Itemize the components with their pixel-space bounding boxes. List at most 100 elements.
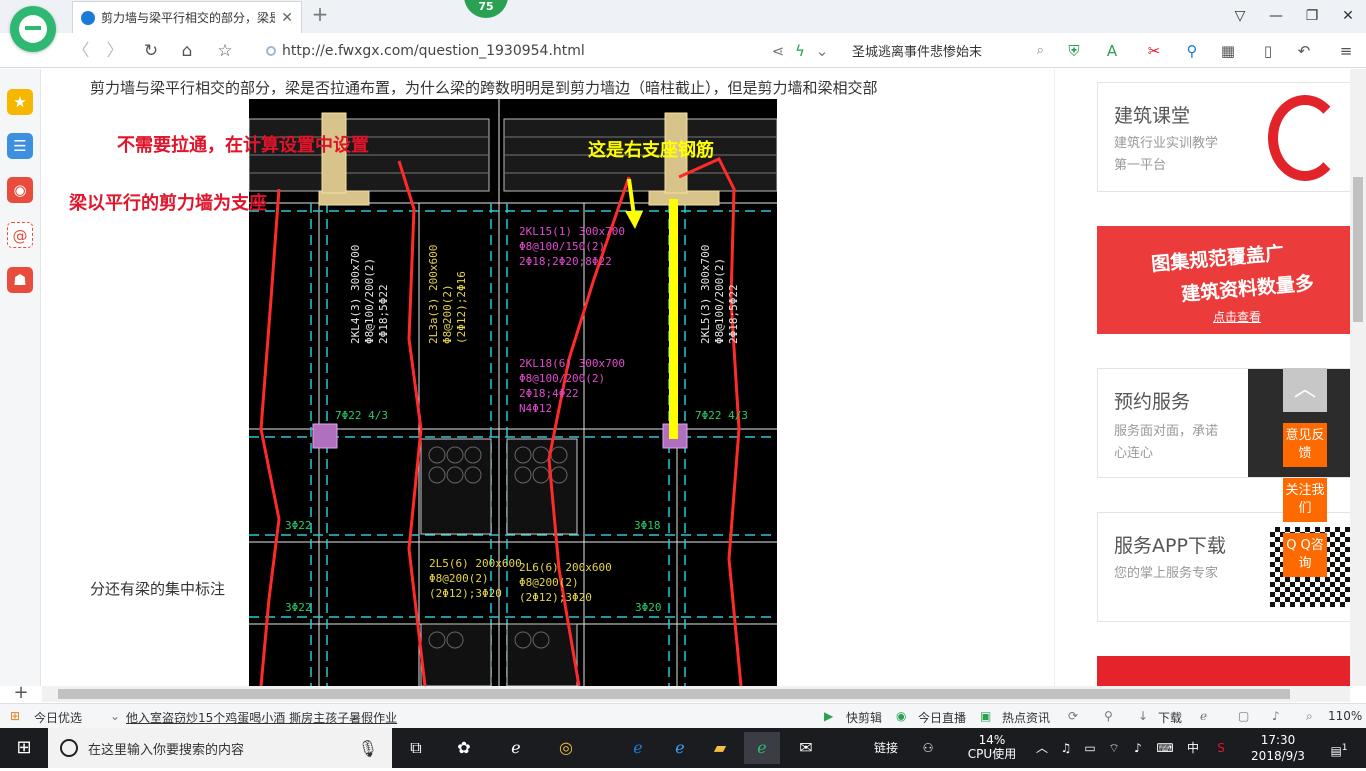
tab-title: 剪力墙与梁平行相交的部分，梁是 [101,11,276,25]
mail-icon[interactable]: @ [7,222,33,248]
search-icon[interactable]: ⌕ [1037,43,1044,58]
add-sidebar-button[interactable]: + [8,682,34,703]
active-browser-icon[interactable]: ℯ [744,732,780,764]
game-icon[interactable]: ☗ [7,267,33,293]
cpu-monitor[interactable]: 14% CPU使用 [960,728,1024,768]
ad-cta[interactable]: 点击查看 [1213,308,1261,325]
windows-start-icon[interactable]: ⊞ [0,728,48,768]
red-banner[interactable] [1097,656,1351,686]
shield-icon[interactable]: ⛨ [1062,39,1086,63]
cad-label-l5: 2L5(6) 200x600 [429,557,522,570]
mail-app-icon[interactable]: ✉ [788,732,824,764]
zoom-level[interactable]: 110% [1328,709,1362,723]
vertical-scroll-thumb[interactable] [1353,177,1363,322]
browser360-icon[interactable]: ◎ [548,732,584,764]
cpu-percent: 14% [978,733,1006,747]
follow-us-button[interactable]: 关注我们 [1283,478,1327,522]
keyboard-icon[interactable]: ⌨ [1152,728,1178,768]
annotation-no-pullthrough: 不需要拉通，在计算设置中设置 [117,135,369,156]
browser-logo-icon[interactable] [10,6,56,52]
apps-grid-icon[interactable]: ▦ [1216,39,1240,63]
list-icon[interactable]: ☰ [7,133,33,159]
favorite-star-icon[interactable]: ☆ [212,38,238,64]
volume-icon[interactable]: ♪ [1272,709,1280,723]
sogou-icon[interactable]: S [1210,728,1232,768]
window-icon[interactable]: ▢ [1238,709,1249,723]
hot-news-icon: ▣ [980,709,992,723]
tab-close-icon[interactable]: ✕ [281,10,293,26]
speed-icon[interactable]: ϟ [788,39,812,63]
back-icon[interactable]: 〈 [68,38,94,64]
skin-icon[interactable]: ▽ [1222,0,1258,32]
back-to-top-icon[interactable]: ︿ [1283,368,1327,412]
quick-clip[interactable]: 快剪辑 [846,709,882,726]
news-headline[interactable]: 他入室盗窃炒15个鸡蛋喝小酒 撕房主孩子暑假作业 [126,709,397,726]
magnifier-icon[interactable]: ⚲ [1180,39,1204,63]
new-tab-button[interactable]: + [309,4,331,26]
taskbar-search-placeholder: 在这里输入你要搜索的内容 [88,742,245,758]
notification-bell-icon[interactable]: ♫ [1056,728,1076,768]
translate-icon[interactable]: A [1100,39,1124,63]
minimize-button[interactable]: — [1258,0,1294,32]
task-view-icon[interactable]: ⧉ [398,732,434,764]
refresh-icon[interactable]: ↻ [138,38,164,64]
ime-indicator[interactable]: 中 [1182,728,1204,768]
volume-tray-icon[interactable]: ♪ [1128,728,1148,768]
share-icon[interactable]: ⋖ [766,39,790,63]
feedback-button[interactable]: 意见反馈 [1283,423,1327,467]
search-input[interactable]: 圣城逃离事件悲惨始末 ⌕ [844,37,1044,64]
forward-icon[interactable]: 〉 [102,38,128,64]
action-center-icon[interactable]: ▤1 [1324,728,1354,768]
cortana-icon [60,739,78,757]
hot-news[interactable]: 热点资讯 [1002,709,1050,726]
undo-icon[interactable]: ↶ [1292,39,1316,63]
notification-count: 1 [1341,743,1348,753]
today-picks[interactable]: 今日优选 [34,709,82,726]
score-badge[interactable]: 75 [464,0,508,18]
home-icon[interactable]: ⌂ [174,38,200,64]
downloads[interactable]: 下载 [1158,709,1182,726]
qq-consult-button[interactable]: Q Q咨询 [1283,533,1327,577]
horizontal-scroll-thumb[interactable] [58,689,1290,699]
today-live[interactable]: 今日直播 [918,709,966,726]
pin-icon[interactable]: ⚲ [1104,709,1113,723]
wifi-icon[interactable]: ⌔ [1104,728,1124,768]
card-classroom[interactable]: 建筑课堂 建筑行业实训教学第一平台 [1097,82,1351,192]
cpu-label: CPU使用 [967,747,1017,761]
favorites-icon[interactable]: ★ [7,89,33,115]
taskbar-search[interactable]: 在这里输入你要搜索的内容 🎙 [48,728,392,768]
edge-browser-icon[interactable]: ℯ [620,732,656,764]
speedup-icon[interactable]: ⟳ [1068,709,1078,723]
clock[interactable]: 17:30 2018/9/3 [1238,728,1318,768]
maximize-button[interactable]: ❐ [1294,0,1330,32]
download-icon: ↓ [1138,709,1149,723]
tray-up-icon[interactable]: ︿ [1032,728,1052,768]
vertical-scrollbar[interactable] [1350,69,1366,686]
battery-icon[interactable]: ▭ [1080,728,1100,768]
tab-bar: 剪力墙与梁平行相交的部分，梁是 ✕ + 75 ▽ — ❐ ✕ [0,0,1366,33]
cad-label-kl18-n: N4Φ12 [519,402,552,415]
weibo-icon[interactable]: ◉ [7,177,33,203]
cad-label-kl18-rebar: 2Φ18;4Φ22 [519,387,579,400]
reader-icon[interactable]: ▯ [1256,39,1280,63]
cad-label-320: 3Φ20 [635,601,662,614]
tab-active[interactable]: 剪力墙与梁平行相交的部分，梁是 ✕ [72,1,302,33]
file-explorer-icon[interactable]: ▰ [702,732,738,764]
internet-explorer-icon[interactable]: ℯ [662,732,698,764]
ie-icon[interactable]: ℯ [1200,709,1207,723]
card-classroom-sub: 建筑行业实训教学第一平台 [1114,136,1219,173]
microphone-icon[interactable]: 🎙 [358,739,392,758]
horizontal-scrollbar[interactable] [42,686,1350,702]
chevron-down-icon[interactable]: ⌄ [810,39,834,63]
edge-e-icon[interactable]: ℯ [498,732,534,764]
banner-ad[interactable]: 图集规范覆盖广 建筑资料数量多 点击查看 [1097,226,1351,334]
close-window-button[interactable]: ✕ [1330,0,1366,32]
url-field[interactable]: http://e.fwxgx.com/question_1930954.html [258,37,832,64]
cad-label-722: 7Φ22 4/3 [335,409,388,422]
cad-label-l3a: 2L3a(3) 200x600 [427,245,440,344]
menu-icon[interactable]: ≡ [1334,39,1358,63]
pinwheel-app-icon[interactable]: ✿ [446,732,482,764]
scissors-icon[interactable]: ✂ [1142,39,1166,63]
links-toolbar[interactable]: 链接 [866,728,906,768]
people-icon[interactable]: ⚇ [916,728,940,768]
